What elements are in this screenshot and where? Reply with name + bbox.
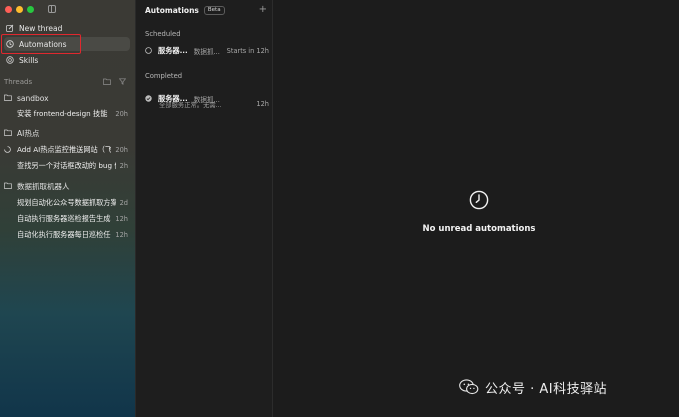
folder-label: sandbox bbox=[17, 93, 49, 103]
folder-ai-hotspot[interactable]: AI热点 bbox=[4, 127, 130, 139]
sidebar-toggle-icon[interactable] bbox=[48, 5, 56, 13]
thread-title: Add AI热点监控推送网站（飞书） bbox=[17, 145, 112, 154]
threads-header-label: Threads bbox=[4, 78, 33, 86]
thread-item[interactable]: 查找另一个对话框改动的 bug 修复 2h bbox=[17, 160, 128, 172]
automations-header: Automations Beta + bbox=[145, 4, 267, 16]
folder-icon bbox=[4, 182, 12, 190]
thread-item[interactable]: 自动执行服务器巡检报告生成 12h bbox=[17, 213, 128, 225]
thread-title: 安装 frontend-design 技能 bbox=[17, 109, 108, 118]
folder-label: AI热点 bbox=[17, 128, 40, 138]
thread-item[interactable]: Add AI热点监控推送网站（飞书） 20h bbox=[4, 144, 128, 156]
close-window-button[interactable] bbox=[5, 6, 12, 13]
zoom-window-button[interactable] bbox=[27, 6, 34, 13]
scheduled-automation-row[interactable]: 服务器... 数据抓... Starts in 12h bbox=[145, 46, 269, 56]
scheduled-section-label: Scheduled bbox=[145, 30, 181, 38]
skills-nav-item[interactable]: Skills bbox=[4, 53, 130, 67]
folder-label: 数据抓取机器人 bbox=[17, 181, 70, 191]
thread-title: 自动化执行服务器每日巡检任务 bbox=[17, 230, 112, 239]
window-controls bbox=[5, 6, 34, 13]
folder-icon bbox=[4, 129, 12, 137]
minimize-window-button[interactable] bbox=[16, 6, 23, 13]
automations-title: Automations bbox=[145, 5, 199, 15]
folder-sandbox[interactable]: sandbox bbox=[4, 92, 130, 104]
check-circle-icon bbox=[145, 94, 152, 104]
compose-icon bbox=[6, 24, 14, 32]
automation-schedule: Starts in 12h bbox=[226, 47, 269, 55]
filter-icon[interactable] bbox=[118, 77, 127, 87]
new-thread-button[interactable]: New thread bbox=[4, 21, 130, 35]
highlight-box bbox=[1, 34, 81, 54]
scheduled-status-icon bbox=[145, 46, 152, 56]
thread-time: 2d bbox=[119, 199, 128, 207]
thread-time: 2h bbox=[119, 162, 128, 170]
beta-badge: Beta bbox=[203, 5, 225, 15]
thread-time: 12h bbox=[115, 231, 128, 239]
folder-data-scraper[interactable]: 数据抓取机器人 bbox=[4, 180, 130, 192]
watermark-text: 公众号 · AI科技驿站 bbox=[485, 382, 608, 397]
add-automation-button[interactable]: + bbox=[259, 5, 267, 15]
thread-item[interactable]: 规划自动化公众号数据抓取方案 2d bbox=[17, 197, 128, 209]
folder-icon bbox=[4, 94, 12, 102]
skills-label: Skills bbox=[19, 55, 39, 65]
new-folder-icon[interactable] bbox=[103, 78, 111, 87]
thread-time: 20h bbox=[115, 146, 128, 154]
thread-title: 规划自动化公众号数据抓取方案 bbox=[17, 198, 116, 207]
watermark: 公众号 · AI科技驿站 bbox=[459, 378, 607, 397]
thread-title: 自动执行服务器巡检报告生成 bbox=[17, 214, 111, 223]
automation-result-preview: 全部服务正常。无需... bbox=[159, 102, 222, 109]
wechat-logo-icon bbox=[459, 378, 479, 397]
automation-time: 12h bbox=[256, 100, 269, 108]
new-thread-label: New thread bbox=[19, 23, 63, 33]
empty-state-text: No unread automations bbox=[422, 224, 536, 234]
thread-time: 12h bbox=[115, 215, 128, 223]
automations-panel: Automations Beta + Scheduled 服务器... 数据抓.… bbox=[136, 0, 273, 417]
clock-icon bbox=[469, 190, 489, 212]
completed-section-label: Completed bbox=[145, 72, 183, 80]
thread-item[interactable]: 自动化执行服务器每日巡检任务 12h bbox=[17, 229, 128, 241]
sidebar: New thread Automations Skills Threads sa… bbox=[0, 0, 136, 417]
automation-name: 服务器... bbox=[158, 46, 188, 55]
thread-title: 查找另一个对话框改动的 bug 修复 bbox=[17, 161, 116, 170]
thread-time: 20h bbox=[115, 110, 128, 118]
threads-header: Threads bbox=[4, 77, 130, 87]
loading-spinner-icon bbox=[4, 146, 11, 155]
main-content: No unread automations 公众号 · AI科技驿站 bbox=[273, 0, 679, 417]
thread-item[interactable]: 安装 frontend-design 技能 20h bbox=[17, 108, 128, 120]
skills-icon bbox=[6, 56, 14, 64]
automation-project: 数据抓... bbox=[193, 48, 220, 56]
